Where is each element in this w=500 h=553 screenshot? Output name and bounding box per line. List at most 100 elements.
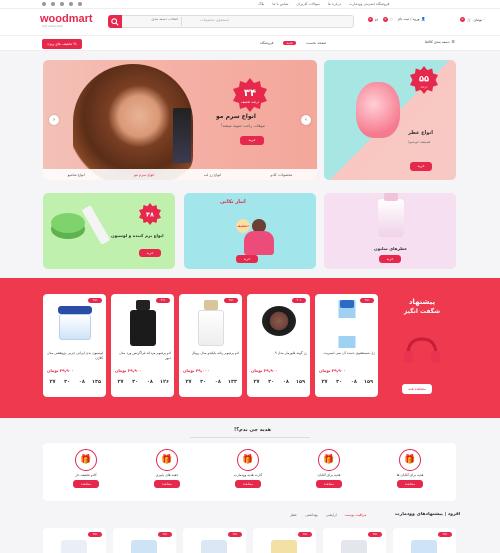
gift-item[interactable]: 🎁 کادو تخفیف دار مشاهده [51,449,121,488]
gift-view-button[interactable]: مشاهده [154,480,180,488]
gift-view-button[interactable]: مشاهده [316,480,342,488]
perfume-banner[interactable]: ۵۵ درصد انواع عطر همیشه خوشبو! خرید [324,60,456,180]
category-select[interactable]: انتخاب دسته بندی [122,17,182,26]
hero-tab[interactable]: محصولات کادو [270,173,292,177]
offer-product-card[interactable]: ۲۵٪ ژل شستشوی دست آن سی اسپریت ۳۹,۹۰۰ تو… [315,294,378,397]
perfume-badge-unit: درصد [420,84,428,88]
aparat-icon[interactable] [51,2,55,6]
slider-prev-arrow[interactable]: ‹ [49,115,59,125]
social-links [42,2,82,6]
gift-view-button[interactable]: مشاهده [73,480,99,488]
special-offers-button[interactable]: % تخفیف های ویژه [42,39,82,49]
gift-item[interactable]: 🎁 جعبه های پاییزی مشاهده [132,449,202,488]
top-bar: فروشگاه اینترنتی وودمارت درباره ما سوالا… [0,0,500,9]
offer-product-card[interactable]: ۴۵٪ ادو پرفیوم زنانه بایلندو مدل رویال ۴… [179,294,242,397]
instagram-icon[interactable] [78,2,82,6]
gift-basket-icon: 🎁 [156,449,178,471]
recommend-product-card[interactable]: ۲۵٪ [253,528,316,553]
search-button[interactable] [108,15,122,28]
selenon-title: عطرهای سلنون [374,246,408,251]
categories-menu[interactable]: ☰ دسته بندی کالاها [425,40,455,44]
amazing-line1: پیشنهاد [408,298,436,306]
top-links: فروشگاه اینترنتی وودمارت درباره ما سوالا… [258,2,389,6]
categories-label: دسته بندی کالاها [425,40,450,44]
gift-label: کارت هدیه وودمارت [233,473,263,477]
product-price: ۳۹,۹۰۰ تومان [115,368,142,373]
timer-seconds: ۲۷ [117,379,124,385]
gift-item[interactable]: 🎁 هدیه برای آقایان ها مشاهده [375,449,445,488]
recommend-product-card[interactable]: ۲۵٪ [113,528,176,553]
gift-item[interactable]: 🎁 کارت هدیه وودمارت مشاهده [213,449,283,488]
selenon-buy-button[interactable]: خرید [379,255,401,263]
product-price: ۴۹,۰۰۰ تومان [183,368,210,373]
perfume-buy-button[interactable]: خرید [410,162,432,171]
offer-product-card[interactable]: ۳۸٪ لوسیون بدن ایرانی چربی پژوهشی مدل کل… [43,294,106,397]
timer-minutes: ۳۰ [200,379,207,385]
top-link[interactable]: تماس با ما [272,2,288,6]
lotion-tube-image [81,205,111,245]
nav-items: صفحه نخست جدید فروشگاه [260,41,326,45]
top-link[interactable]: سوالات کاربران [296,2,320,6]
timer-minutes: ۳۰ [268,379,275,385]
chevron-right-icon: › [305,117,307,123]
amazing-line2: شگفت انگیز [403,308,441,315]
whatsapp-icon[interactable] [42,2,46,6]
lotion-title: انواع نرم کننده و لوسیون [111,233,164,238]
hero-tab[interactable]: انواع سرم مو [134,173,154,177]
tab-makeup[interactable]: آرایشی [326,513,337,517]
hero-slider[interactable]: ۳۴ درصد تخفیف انواع سرم مو موهات راحت شو… [43,60,317,180]
compare-count: 0 [368,17,373,22]
nav-item-home[interactable]: صفحه نخست [306,41,326,45]
gift-item[interactable]: 🎁 هدیه برای آقایان مشاهده [294,449,364,488]
gift-label: هدیه برای آقایان [317,473,341,477]
clearance-buy-button[interactable]: خرید [236,255,258,263]
search-input[interactable]: جستجوی محصولات [200,18,229,22]
discount-badge: ۲۵٪ [368,532,382,537]
login-link[interactable]: 👤 ورود / ثبت نام [398,17,426,21]
clearance-banner[interactable]: انبار تکانی ٪تخفیف خرید [184,193,316,269]
timer-days: ۱۵۹ [363,379,374,385]
hero-badge-value: ۳۴ [244,88,256,99]
discount-gift-icon: 🎁 [75,449,97,471]
cart-button[interactable]: ۰ تومان 🛒 0 [460,17,485,22]
offer-product-card[interactable]: ۲۹٪ ادو پرفیوم مردانه فراگرنس ورد مدل دی… [111,294,174,397]
lotion-buy-button[interactable]: خرید [139,249,161,257]
twitter-icon[interactable] [60,2,64,6]
hero-tab[interactable]: انواع رژ لب [204,173,221,177]
selenon-banner[interactable]: عطرهای سلنون خرید [324,193,456,269]
timer-days: ۱۳۳ [227,379,238,385]
gift-view-button[interactable]: مشاهده [235,480,261,488]
lotion-banner[interactable]: ۴۸ انواع نرم کننده و لوسیون خرید [43,193,175,269]
compare-button[interactable]: ⇄ 0 [368,17,378,22]
countdown-timer: ۱۲۶ ۰۸ ۳۰ ۲۷ [115,379,170,385]
tab-hygiene[interactable]: بهداشتی [305,513,318,517]
product-price: ۳۹,۹۰۰ تومان [47,368,74,373]
view-all-offers-button[interactable]: مشاهده همه [402,384,432,394]
top-link[interactable]: فروشگاه اینترنتی وودمارت [349,2,389,6]
gift-view-button[interactable]: مشاهده [397,480,423,488]
gift-label: جعبه های پاییزی [155,473,179,477]
gift-divider [190,437,310,438]
wishlist-button[interactable]: ♡ 0 [383,17,393,22]
recommend-product-card[interactable]: ۲۵٪ [183,528,246,553]
discount-badge: ۲۵٪ [88,532,102,537]
top-link[interactable]: بلاگ [258,2,264,6]
telegram-icon[interactable] [69,2,73,6]
site-logo[interactable]: woodmart [40,13,93,25]
hero-product-image [173,108,191,163]
offer-product-card[interactable]: ۳۰٪ رژ گونه فلورمار مدل ۰۹ ۳۹,۹۰۰ تومان … [247,294,310,397]
slider-next-arrow[interactable]: › [301,115,311,125]
recommend-product-card[interactable]: ۲۵٪ [323,528,386,553]
tab-perfume[interactable]: عطر [290,513,297,517]
top-link[interactable]: درباره ما [328,2,341,6]
product-image [131,540,157,553]
nav-item-shop[interactable]: فروشگاه [260,41,273,45]
recommend-product-card[interactable]: ۲۵٪ [43,528,106,553]
hero-buy-button[interactable]: خرید [240,136,264,145]
product-image [258,300,300,348]
clearance-title: انبار تکانی [220,199,246,205]
timer-minutes: ۳۰ [132,379,139,385]
recommend-product-card[interactable]: ۲۵٪ [393,528,456,553]
hero-tab[interactable]: انواع شامپو [68,173,85,177]
tab-skincare[interactable]: مراقبت پوست [345,513,367,517]
